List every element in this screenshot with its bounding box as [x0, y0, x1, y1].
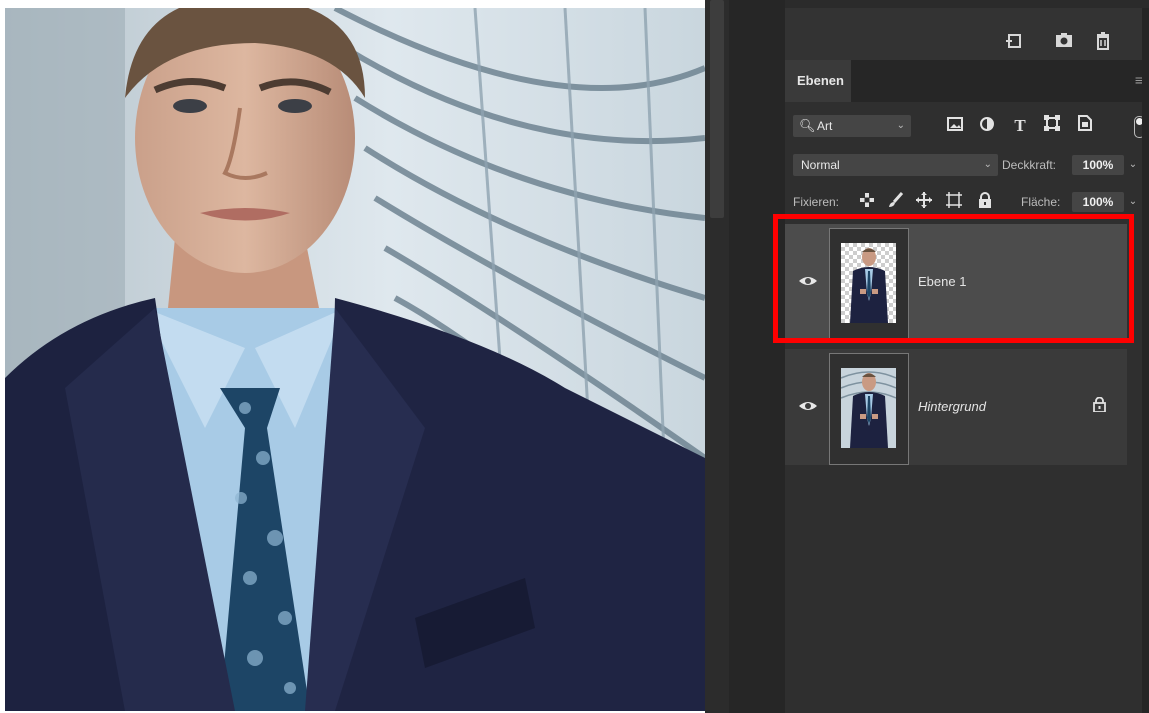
layer-thumbnail[interactable] — [829, 353, 909, 465]
image-filter-icon[interactable] — [945, 115, 965, 137]
filter-kind-select[interactable]: 🔍︎ Art ⌄ — [793, 115, 911, 137]
panel-gutter — [729, 0, 785, 713]
blend-row: Normal ⌄ Deckkraft: 100% ⌄ — [785, 148, 1149, 182]
layer-name[interactable]: Hintergrund — [918, 399, 986, 414]
layer-filter-row: 🔍︎ Art ⌄ T — [785, 108, 1149, 144]
lock-artboard-icon[interactable] — [945, 192, 963, 212]
adjustment-filter-icon[interactable] — [977, 115, 997, 137]
smart-object-filter-icon[interactable] — [1075, 115, 1095, 137]
chevron-down-icon: ⌄ — [896, 120, 905, 131]
filter-kind-label: Art — [817, 119, 833, 133]
search-icon: 🔍︎ — [799, 118, 816, 133]
trash-icon[interactable] — [1092, 32, 1114, 54]
lock-label: Fixieren: — [793, 195, 840, 209]
background-thumbnail-image — [841, 368, 896, 448]
panel-right-edge — [1142, 8, 1149, 713]
opacity-label: Deckkraft: — [1002, 158, 1057, 172]
panel-toolbar — [785, 8, 1149, 60]
tab-ebenen[interactable]: Ebenen — [785, 60, 851, 102]
type-filter-icon[interactable]: T — [1010, 115, 1030, 137]
selection-highlight-annotation — [773, 214, 1134, 343]
canvas-scrollbar-thumb[interactable] — [710, 0, 724, 218]
layer-row-hintergrund[interactable]: Hintergrund — [785, 349, 1127, 465]
fill-input[interactable]: 100% — [1072, 192, 1124, 212]
lock-image-pixels-icon[interactable] — [887, 192, 905, 212]
shape-filter-icon[interactable] — [1042, 115, 1062, 137]
lock-position-icon[interactable] — [915, 192, 933, 212]
blend-mode-select[interactable]: Normal ⌄ — [793, 154, 998, 176]
canvas-photo[interactable] — [5, 8, 705, 711]
lock-all-icon[interactable] — [976, 192, 994, 212]
fill-dropdown-icon[interactable]: ⌄ — [1126, 192, 1140, 212]
lock-transparent-pixels-icon[interactable] — [858, 192, 876, 212]
blend-mode-value: Normal — [801, 158, 840, 172]
chevron-down-icon: ⌄ — [983, 159, 992, 170]
visibility-eye-icon[interactable] — [797, 397, 819, 415]
new-layer-icon[interactable] — [1003, 32, 1025, 54]
camera-icon[interactable] — [1053, 32, 1075, 54]
opacity-input[interactable]: 100% — [1072, 155, 1124, 175]
layers-panel: Ebenen ≡ 🔍︎ Art ⌄ T Normal ⌄ Deckkraft: — [785, 8, 1149, 713]
opacity-dropdown-icon[interactable]: ⌄ — [1126, 155, 1140, 175]
panel-tab-row: Ebenen ≡ — [785, 60, 1149, 102]
layer-lock-icon[interactable] — [1091, 396, 1107, 415]
fill-label: Fläche: — [1021, 195, 1061, 209]
